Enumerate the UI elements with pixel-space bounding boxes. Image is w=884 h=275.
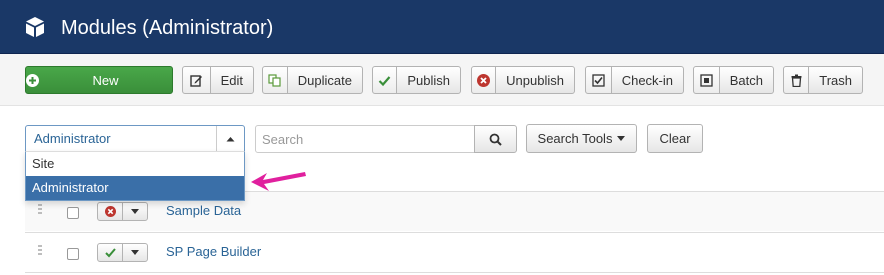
unpublish-button[interactable]: Unpublish	[471, 66, 575, 94]
client-select-dropdown: Site Administrator	[25, 151, 245, 201]
check-icon	[373, 67, 398, 93]
module-title-link[interactable]: SP Page Builder	[166, 244, 261, 259]
arrow-pointer-icon	[251, 172, 306, 191]
caret-down-icon[interactable]	[123, 203, 147, 220]
search-input[interactable]	[255, 125, 475, 153]
duplicate-button[interactable]: Duplicate	[262, 66, 363, 94]
checkin-button-label: Check-in	[621, 72, 673, 88]
table-row: SP Page Builder	[25, 232, 884, 272]
search-tools-button[interactable]: Search Tools	[526, 124, 637, 153]
client-select-value: Administrator	[34, 131, 111, 146]
new-button-label: New	[92, 72, 119, 88]
trash-button-label: Trash	[819, 72, 852, 88]
x-circle-icon	[472, 67, 497, 93]
caret-up-icon[interactable]	[216, 126, 244, 151]
search-icon	[489, 133, 502, 146]
page-title: Modules (Administrator)	[61, 17, 274, 39]
edit-icon	[183, 67, 211, 93]
client-option-administrator[interactable]: Administrator	[26, 176, 244, 200]
row-checkbox[interactable]	[67, 248, 79, 260]
unpublished-icon[interactable]	[98, 203, 123, 220]
clear-button-label: Clear	[659, 131, 691, 146]
page-header: Modules (Administrator)	[0, 0, 884, 54]
duplicate-button-label: Duplicate	[297, 72, 352, 88]
unpublish-button-label: Unpublish	[506, 72, 564, 88]
batch-icon	[694, 67, 720, 93]
status-toggle[interactable]	[97, 202, 148, 221]
copy-icon	[263, 67, 288, 93]
drag-handle-icon[interactable]	[38, 245, 42, 257]
client-select[interactable]: Administrator	[25, 125, 245, 152]
cube-icon	[26, 17, 44, 37]
trash-icon	[784, 67, 810, 93]
caret-down-icon	[617, 136, 626, 141]
plus-circle-icon	[26, 73, 39, 87]
edit-button-label: Edit	[220, 72, 243, 88]
toolbar: New Edit Duplicate Publish Unpublish Che…	[0, 54, 884, 106]
search-button[interactable]	[474, 125, 517, 153]
batch-button[interactable]: Batch	[693, 66, 774, 94]
drag-handle-icon[interactable]	[38, 204, 42, 216]
checkbox-icon	[586, 67, 612, 93]
search-tools-label: Search Tools	[537, 131, 613, 146]
table-divider	[25, 272, 884, 273]
published-check-icon[interactable]	[98, 244, 123, 261]
client-option-site[interactable]: Site	[26, 152, 244, 176]
row-checkbox[interactable]	[67, 207, 79, 219]
publish-button[interactable]: Publish	[372, 66, 461, 94]
publish-button-label: Publish	[407, 72, 450, 88]
batch-button-label: Batch	[729, 72, 763, 88]
trash-button[interactable]: Trash	[783, 66, 863, 94]
checkin-button[interactable]: Check-in	[585, 66, 684, 94]
new-button[interactable]: New	[25, 66, 173, 94]
clear-button[interactable]: Clear	[647, 124, 703, 153]
edit-button[interactable]: Edit	[182, 66, 254, 94]
status-toggle[interactable]	[97, 243, 148, 262]
caret-down-icon[interactable]	[123, 244, 147, 261]
module-title-link[interactable]: Sample Data	[166, 203, 241, 218]
